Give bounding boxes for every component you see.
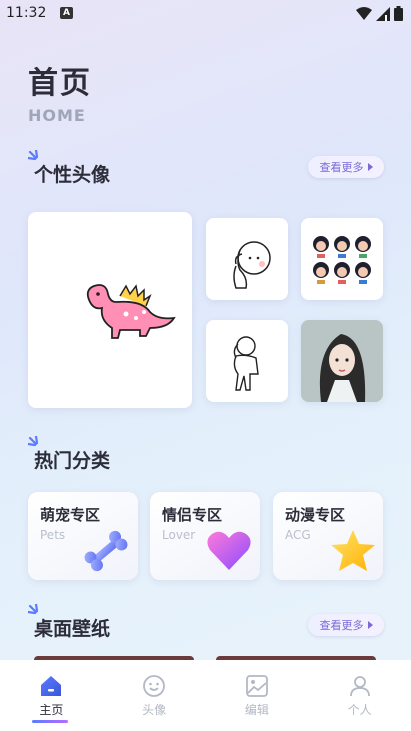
sketch-boy-image	[233, 336, 259, 391]
status-icons	[356, 6, 403, 21]
section-title-hot: 热门分类	[34, 450, 111, 472]
notification-icon: A	[60, 7, 73, 19]
section-title-avatars: 个性头像	[34, 164, 111, 186]
section-title-wallpaper: 桌面壁纸	[34, 618, 111, 640]
section-hot-header: 热门分类	[28, 436, 168, 472]
heart-icon	[207, 531, 251, 570]
sketch-couple-image	[233, 241, 271, 289]
image-edit-icon	[245, 675, 268, 697]
bone-icon	[84, 530, 128, 572]
page-subtitle: HOME	[28, 106, 86, 125]
tab-avatar[interactable]: 头像	[103, 660, 206, 731]
category-title: 萌宠专区	[40, 506, 101, 524]
category-subtitle: Pets	[40, 528, 66, 542]
section-wallpaper-header: 桌面壁纸	[28, 604, 168, 640]
tab-home[interactable]: 主页	[0, 660, 103, 731]
avatar-boy-sketch[interactable]	[206, 320, 288, 402]
category-subtitle: Lover	[162, 528, 196, 542]
wifi-icon	[356, 6, 372, 20]
tab-profile[interactable]: 个人	[308, 660, 411, 731]
battery-icon	[394, 6, 403, 21]
active-tab-indicator	[32, 720, 68, 723]
chevron-right-icon	[367, 163, 373, 171]
tab-label: 编辑	[244, 703, 269, 717]
bottom-tab-bar: 主页 头像 编辑 个人	[0, 660, 411, 731]
category-subtitle: ACG	[285, 528, 311, 542]
more-label: 查看更多	[319, 161, 364, 174]
avatar-women-grid[interactable]	[301, 218, 383, 300]
wallpaper-more-button[interactable]: 查看更多	[308, 614, 384, 636]
status-bar: 11:32 A	[0, 0, 411, 28]
home-icon	[41, 676, 62, 696]
signal-icon	[376, 6, 390, 21]
tab-label: 个人	[347, 703, 372, 717]
category-card-acg[interactable]: 动漫专区 ACG	[273, 492, 383, 580]
star-icon	[331, 530, 375, 571]
face-icon	[143, 675, 166, 697]
category-title: 动漫专区	[285, 506, 346, 524]
chevron-right-icon	[367, 621, 373, 629]
page-title: 首页	[28, 66, 92, 101]
status-time: 11:32	[6, 5, 47, 21]
anime-girl-image	[301, 320, 383, 402]
avatar-couple-sketch[interactable]	[206, 218, 288, 300]
more-label: 查看更多	[319, 619, 364, 632]
avatar-featured-dino[interactable]	[28, 212, 192, 408]
tab-label: 主页	[39, 703, 64, 717]
category-card-lover[interactable]: 情侣专区 Lover	[150, 492, 260, 580]
tab-edit[interactable]: 编辑	[206, 660, 309, 731]
person-icon	[349, 676, 370, 697]
dinosaur-image	[86, 284, 176, 339]
category-title: 情侣专区	[162, 506, 223, 524]
category-card-pets[interactable]: 萌宠专区 Pets	[28, 492, 138, 580]
women-faces-image	[313, 236, 371, 284]
tab-label: 头像	[142, 703, 167, 717]
section-avatars-header: 个性头像	[28, 150, 168, 186]
avatars-more-button[interactable]: 查看更多	[308, 156, 384, 178]
avatar-anime-girl[interactable]	[301, 320, 383, 402]
